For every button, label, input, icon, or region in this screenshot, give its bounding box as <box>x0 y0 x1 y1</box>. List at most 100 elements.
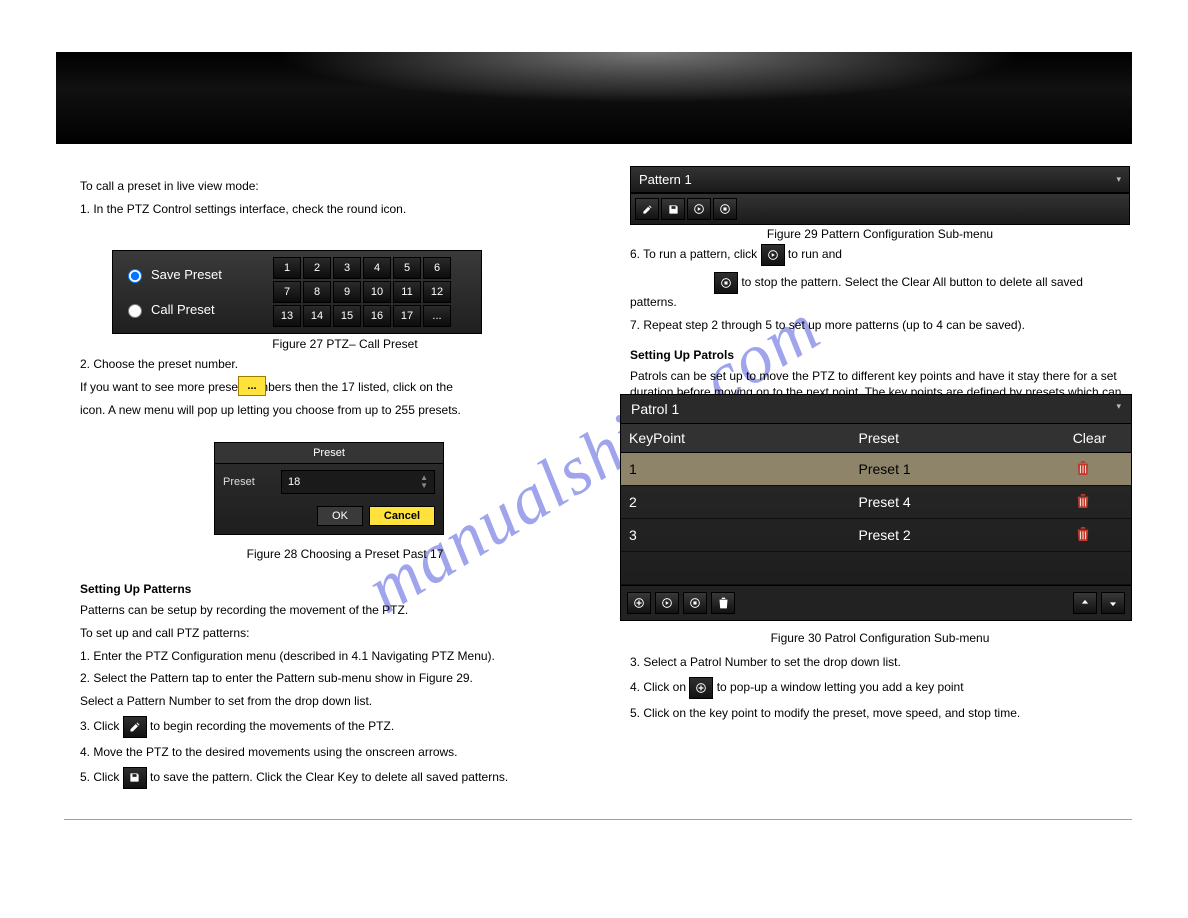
add-icon[interactable] <box>689 677 713 699</box>
save-icon[interactable] <box>123 767 147 789</box>
pat-step1: 1. Enter the PTZ Configuration menu (des… <box>80 648 610 665</box>
pattern-dropdown[interactable]: Pattern 1 ▾ <box>630 166 1130 193</box>
patrol-dropdown[interactable]: Patrol 1 ▾ <box>621 395 1131 424</box>
preset-num-13[interactable]: 13 <box>273 305 301 327</box>
table-row[interactable]: 2 Preset 4 <box>621 486 1131 519</box>
footer-divider <box>64 819 1132 820</box>
preset-num-7[interactable]: 7 <box>273 281 301 303</box>
cell-preset: Preset 4 <box>851 486 1065 519</box>
patrol-delete-button[interactable] <box>711 592 735 614</box>
preset-num-12[interactable]: 12 <box>423 281 451 303</box>
preset-num-4[interactable]: 4 <box>363 257 391 279</box>
more-text-b: icon. A new menu will pop up letting you… <box>80 402 610 419</box>
trash-icon[interactable] <box>1073 492 1093 510</box>
pl-step4b: to pop-up a window letting you add a key… <box>717 680 964 694</box>
more-chip-icon[interactable]: ... <box>238 376 266 396</box>
ok-button[interactable]: OK <box>317 506 363 526</box>
patrol-play-button[interactable] <box>655 592 679 614</box>
preset-num-14[interactable]: 14 <box>303 305 331 327</box>
call-preset-radio[interactable]: Call Preset <box>123 301 273 318</box>
patrol-dropdown-value: Patrol 1 <box>631 401 679 417</box>
left-step2: 2. Choose the preset number. <box>80 356 610 373</box>
patrol-stop-button[interactable] <box>683 592 707 614</box>
pat-step5a: 5. Click <box>80 770 119 784</box>
pat-step6b: to run and <box>788 247 842 261</box>
call-preset-label: Call Preset <box>151 302 215 317</box>
pencil-icon[interactable] <box>123 716 147 738</box>
preset-num-2[interactable]: 2 <box>303 257 331 279</box>
preset-num-17[interactable]: 17 <box>393 305 421 327</box>
preset-number-grid: 1 2 3 4 5 6 7 8 9 10 11 12 13 14 15 16 1… <box>273 257 451 327</box>
save-preset-radio-input[interactable] <box>128 269 142 283</box>
preset-num-5[interactable]: 5 <box>393 257 421 279</box>
left-section1-title: To call a preset in live view mode: <box>80 178 610 195</box>
patterns-intro: Patterns can be setup by recording the m… <box>80 602 610 619</box>
th-keypoint: KeyPoint <box>621 424 851 453</box>
move-down-button[interactable] <box>1101 592 1125 614</box>
preset-num-more[interactable]: ... <box>423 305 451 327</box>
th-preset: Preset <box>851 424 1065 453</box>
chevron-down-icon: ▾ <box>1116 174 1121 185</box>
preset-widget: Save Preset Call Preset 1 2 3 4 5 6 7 8 … <box>112 250 482 334</box>
pat-step6a: 6. To run a pattern, click <box>630 247 757 261</box>
preset-num-11[interactable]: 11 <box>393 281 421 303</box>
pl-step3: 3. Select a Patrol Number to set the dro… <box>630 654 1130 671</box>
pat-step6c: to stop the pattern. Select the Clear Al… <box>630 275 1083 309</box>
play-icon[interactable] <box>761 244 785 266</box>
table-row[interactable]: 1 Preset 1 <box>621 453 1131 486</box>
fig28-caption: Figure 28 Choosing a Preset Past 17 <box>80 546 610 563</box>
cell-kp: 3 <box>621 519 851 552</box>
cell-preset: Preset 1 <box>851 453 1065 486</box>
cancel-button[interactable]: Cancel <box>369 506 435 526</box>
preset-num-16[interactable]: 16 <box>363 305 391 327</box>
preset-spinner-value: 18 <box>288 476 300 488</box>
pattern-play-button[interactable] <box>687 198 711 220</box>
pat-step3b: to begin recording the movements of the … <box>150 719 394 733</box>
th-clear: Clear <box>1065 424 1131 453</box>
save-preset-radio[interactable]: Save Preset <box>123 266 273 283</box>
preset-num-10[interactable]: 10 <box>363 281 391 303</box>
pat-step5b: to save the pattern. Click the Clear Key… <box>150 770 508 784</box>
table-row[interactable]: 3 Preset 2 <box>621 519 1131 552</box>
pl-step5: 5. Click on the key point to modify the … <box>630 705 1130 722</box>
preset-num-8[interactable]: 8 <box>303 281 331 303</box>
preset-num-9[interactable]: 9 <box>333 281 361 303</box>
save-preset-label: Save Preset <box>151 267 222 282</box>
pat-step7: 7. Repeat step 2 through 5 to set up mor… <box>630 317 1130 334</box>
pat-step2b: Select a Pattern Number to set from the … <box>80 693 610 710</box>
preset-dialog: Preset Preset 18 ▲▼ OK Cancel <box>214 442 444 535</box>
cell-kp: 1 <box>621 453 851 486</box>
table-row-empty <box>621 552 1131 585</box>
patrol-add-button[interactable] <box>627 592 651 614</box>
preset-dialog-title: Preset <box>215 443 443 464</box>
patterns-setup: To set up and call PTZ patterns: <box>80 625 610 642</box>
spinner-arrows-icon[interactable]: ▲▼ <box>420 474 428 490</box>
preset-num-1[interactable]: 1 <box>273 257 301 279</box>
pattern-edit-button[interactable] <box>635 198 659 220</box>
preset-spinner[interactable]: 18 ▲▼ <box>281 470 435 494</box>
cell-kp: 2 <box>621 486 851 519</box>
stop-icon[interactable] <box>714 272 738 294</box>
pl-step4a: 4. Click on <box>630 680 686 694</box>
preset-num-6[interactable]: 6 <box>423 257 451 279</box>
trash-icon[interactable] <box>1073 525 1093 543</box>
trash-icon[interactable] <box>1073 459 1093 477</box>
preset-num-3[interactable]: 3 <box>333 257 361 279</box>
left-step1: 1. In the PTZ Control settings interface… <box>80 201 610 218</box>
pattern-bar: Pattern 1 ▾ <box>630 166 1130 225</box>
more-text-a: If you want to see more preset numbers t… <box>80 380 453 394</box>
call-preset-radio-input[interactable] <box>128 304 142 318</box>
patterns-heading: Setting Up Patterns <box>80 582 610 596</box>
patrol-panel: Patrol 1 ▾ KeyPoint Preset Clear 1 Prese… <box>620 394 1132 621</box>
pat-step3a: 3. Click <box>80 719 119 733</box>
pattern-save-button[interactable] <box>661 198 685 220</box>
move-up-button[interactable] <box>1073 592 1097 614</box>
cell-preset: Preset 2 <box>851 519 1065 552</box>
patrols-heading: Setting Up Patrols <box>630 348 1130 362</box>
header-banner <box>56 52 1132 144</box>
fig30-caption: Figure 30 Patrol Configuration Sub-menu <box>630 630 1130 647</box>
patrol-table: KeyPoint Preset Clear 1 Preset 1 2 Prese… <box>621 424 1131 585</box>
pat-step2a: 2. Select the Pattern tap to enter the P… <box>80 670 610 687</box>
preset-num-15[interactable]: 15 <box>333 305 361 327</box>
pattern-stop-button[interactable] <box>713 198 737 220</box>
